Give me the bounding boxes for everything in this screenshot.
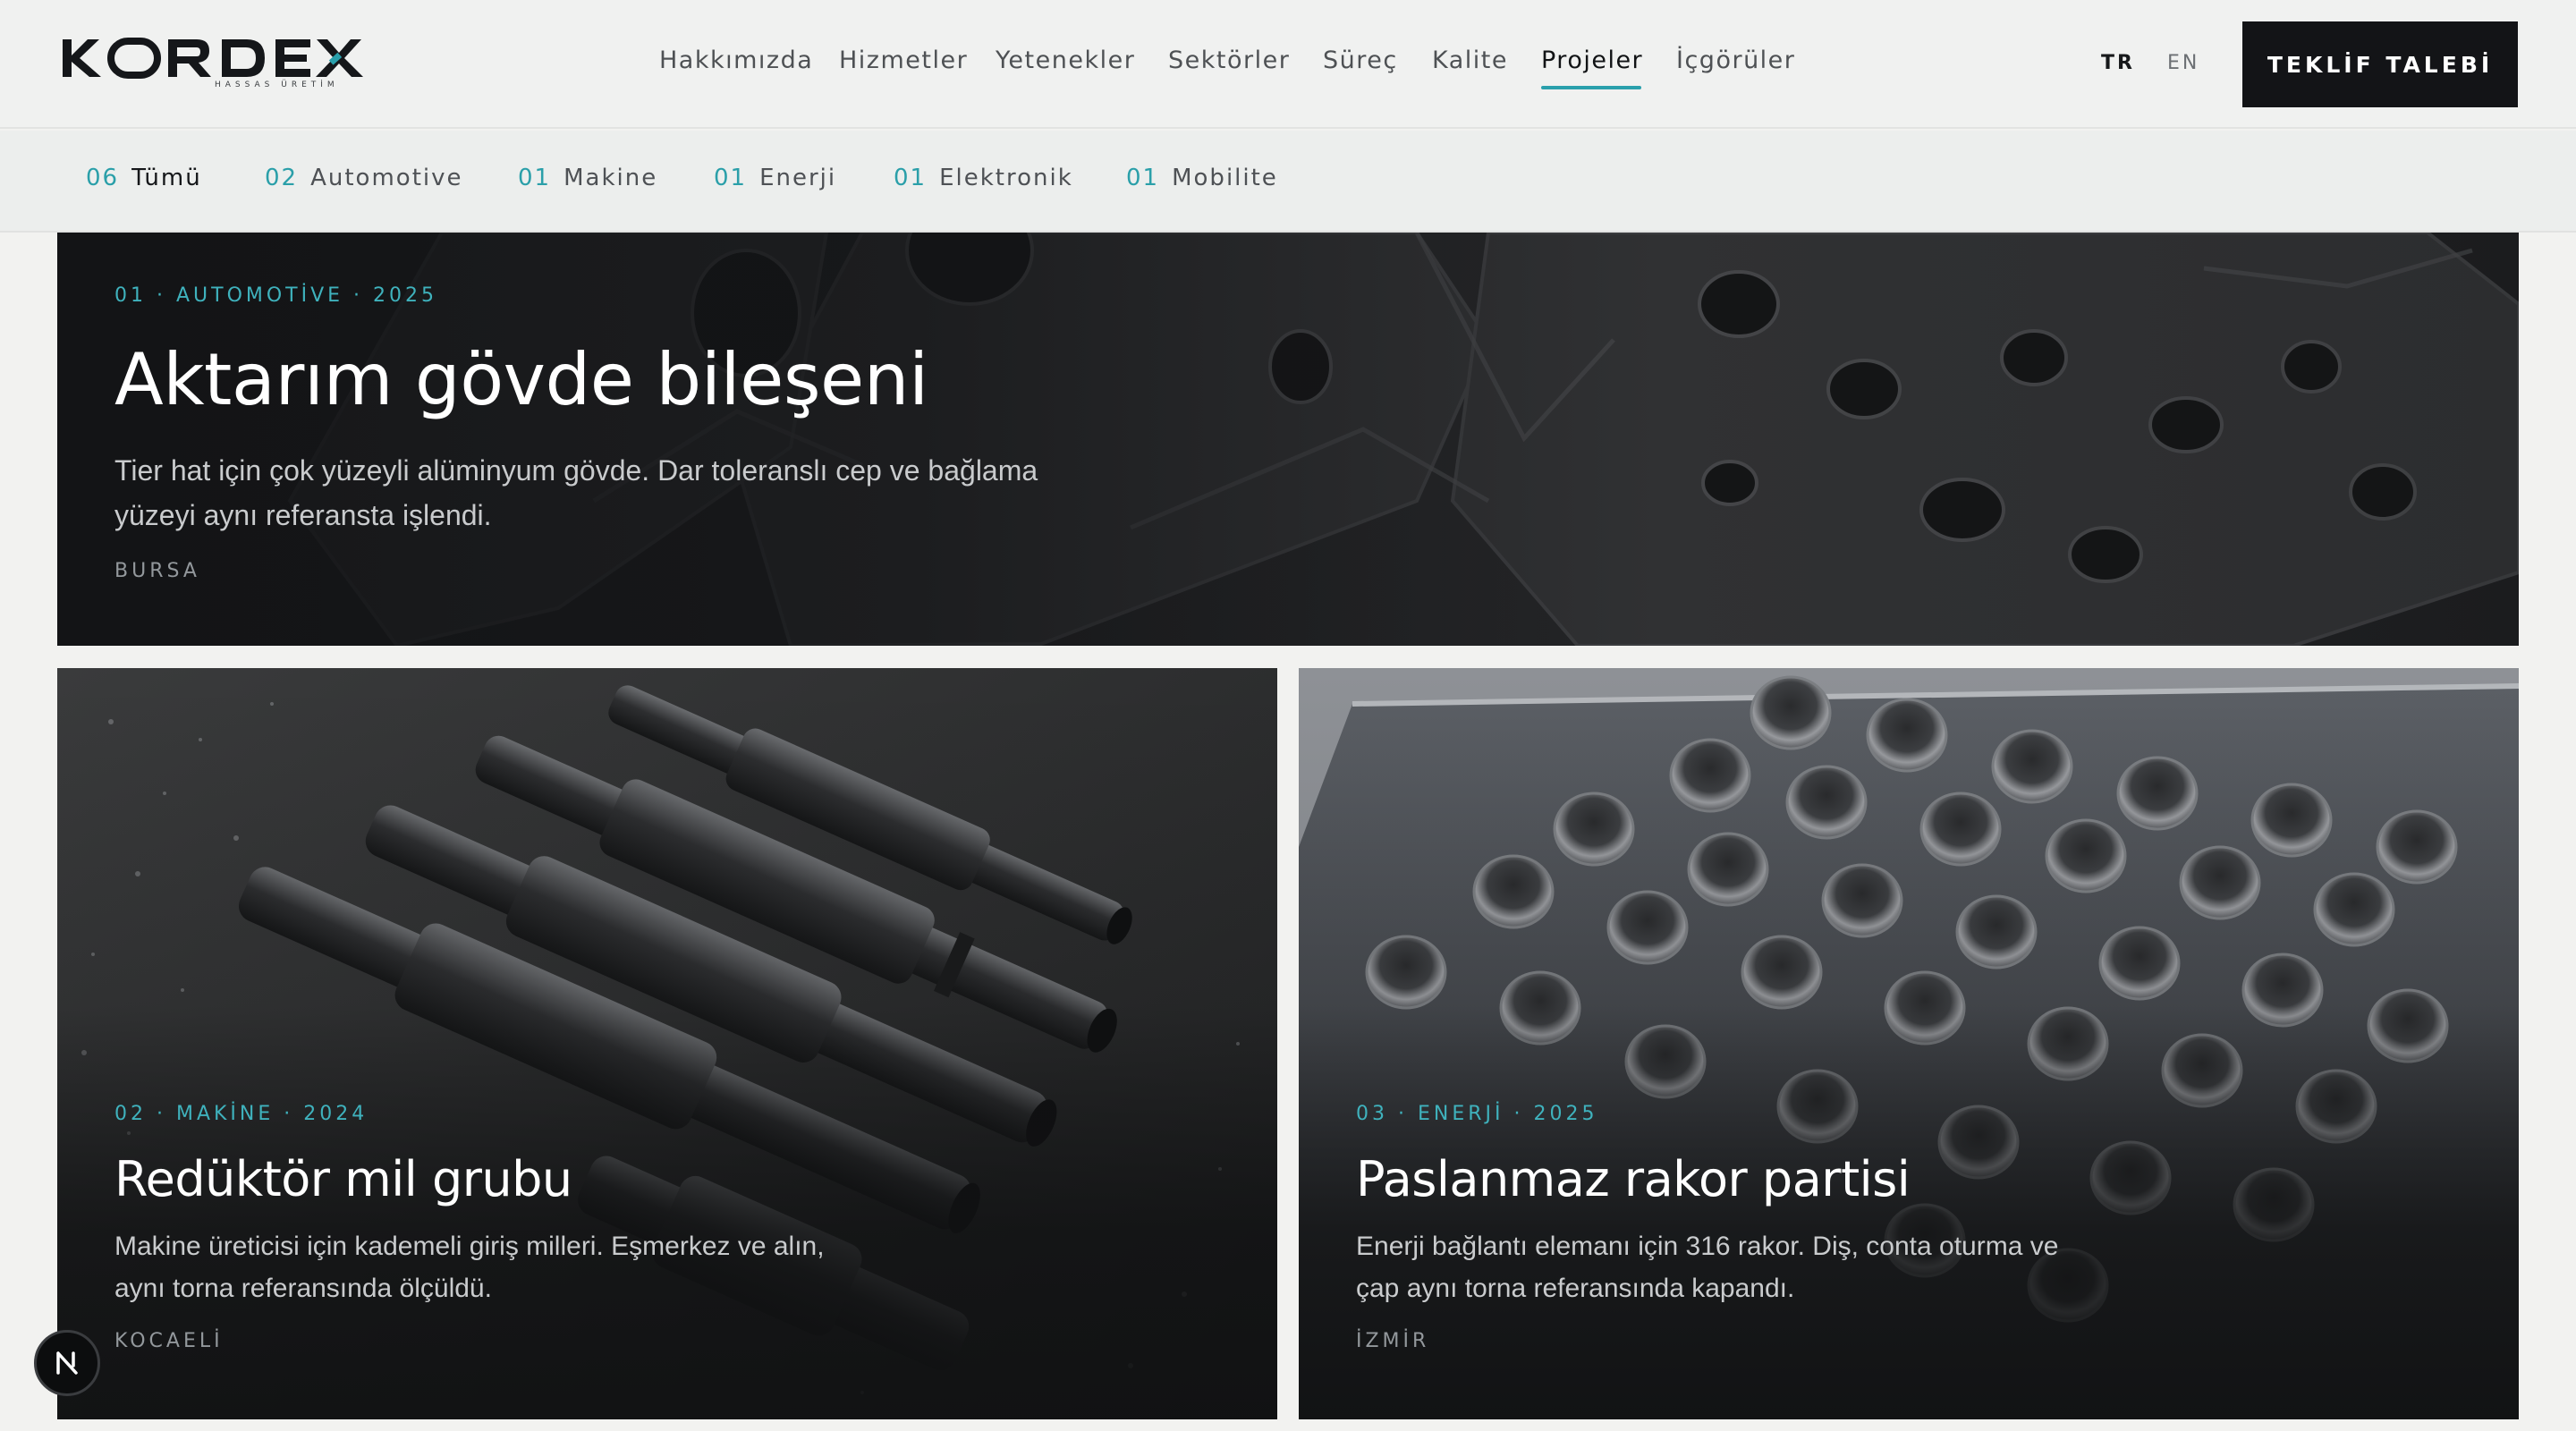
filter-enerji[interactable]: 01 Enerji [714,165,836,191]
nav-hakkimizda[interactable]: Hakkımızda [659,47,813,74]
project-location: BURSA [114,560,200,582]
filter-label: Makine [564,165,658,191]
project-title: Redüktör mil grubu [114,1151,572,1207]
nav-sektorler[interactable]: Sektörler [1168,47,1290,74]
filter-label: Tümü [131,165,202,191]
nav-yetenekler[interactable]: Yetenekler [996,47,1135,74]
project-meta: 02 · MAKİNE · 2024 [114,1103,369,1125]
filter-tumu[interactable]: 06 Tümü [86,165,202,191]
project-meta: 03 · ENERJİ · 2025 [1356,1103,1598,1125]
site-header: HASSAS ÜRETİM Hakkımızda Hizmetler Yeten… [0,0,2576,129]
filter-elektronik[interactable]: 01 Elektronik [894,165,1073,191]
filter-label: Elektronik [939,165,1073,191]
next-badge-button[interactable] [34,1330,100,1396]
lang-tr[interactable]: TR [2101,52,2135,74]
project-location: İZMİR [1356,1330,1430,1352]
filter-makine[interactable]: 01 Makine [518,165,657,191]
project-title: Paslanmaz rakor partisi [1356,1151,1911,1207]
filter-label: Automotive [310,165,463,191]
filter-count: 01 [714,165,748,191]
project-card-featured[interactable]: 01 · AUTOMOTİVE · 2025 Aktarım gövde bil… [57,233,2519,646]
project-card-rakor[interactable]: 03 · ENERJİ · 2025 Paslanmaz rakor parti… [1299,668,2519,1419]
project-filter-bar: 06 Tümü 02 Automotive 01 Makine 01 Enerji 01… [0,131,2576,233]
nav-icgoruler[interactable]: İçgörüler [1676,47,1795,74]
filter-count: 02 [265,165,299,191]
logo-tagline: HASSAS ÜRETİM [215,80,339,89]
lang-en[interactable]: EN [2167,52,2199,74]
project-description: Enerji bağlantı elemanı için 316 rakor. … [1356,1232,2059,1303]
quote-request-button[interactable]: TEKLİF TALEBİ [2242,21,2518,107]
nav-kalite[interactable]: Kalite [1432,47,1508,74]
project-description: Makine üreticisi için kademeli giriş mil… [114,1232,825,1303]
kordex-logo[interactable]: HASSAS ÜRETİM [63,36,363,91]
project-location: KOCAELİ [114,1330,224,1352]
nav-projeler[interactable]: Projeler [1541,47,1643,74]
filter-label: Mobilite [1172,165,1278,191]
filter-label: Enerji [759,165,837,191]
filter-count: 01 [518,165,552,191]
nav-surec[interactable]: Süreç [1323,47,1398,74]
project-title: Aktarım gövde bileşeni [114,338,928,421]
project-description: Tier hat için çok yüzeyli alüminyum gövd… [114,454,1038,531]
filter-automotive[interactable]: 02 Automotive [265,165,463,191]
filter-mobilite[interactable]: 01 Mobilite [1126,165,1278,191]
nav-active-indicator [1541,86,1641,89]
nav-hizmetler[interactable]: Hizmetler [839,47,968,74]
project-meta: 01 · AUTOMOTİVE · 2025 [114,284,438,307]
filter-count: 06 [86,165,120,191]
filter-count: 01 [894,165,928,191]
filter-count: 01 [1126,165,1160,191]
project-card-reduktor[interactable]: 02 · MAKİNE · 2024 Redüktör mil grubu Ma… [57,668,1277,1419]
n-logo-icon [56,1351,78,1375]
